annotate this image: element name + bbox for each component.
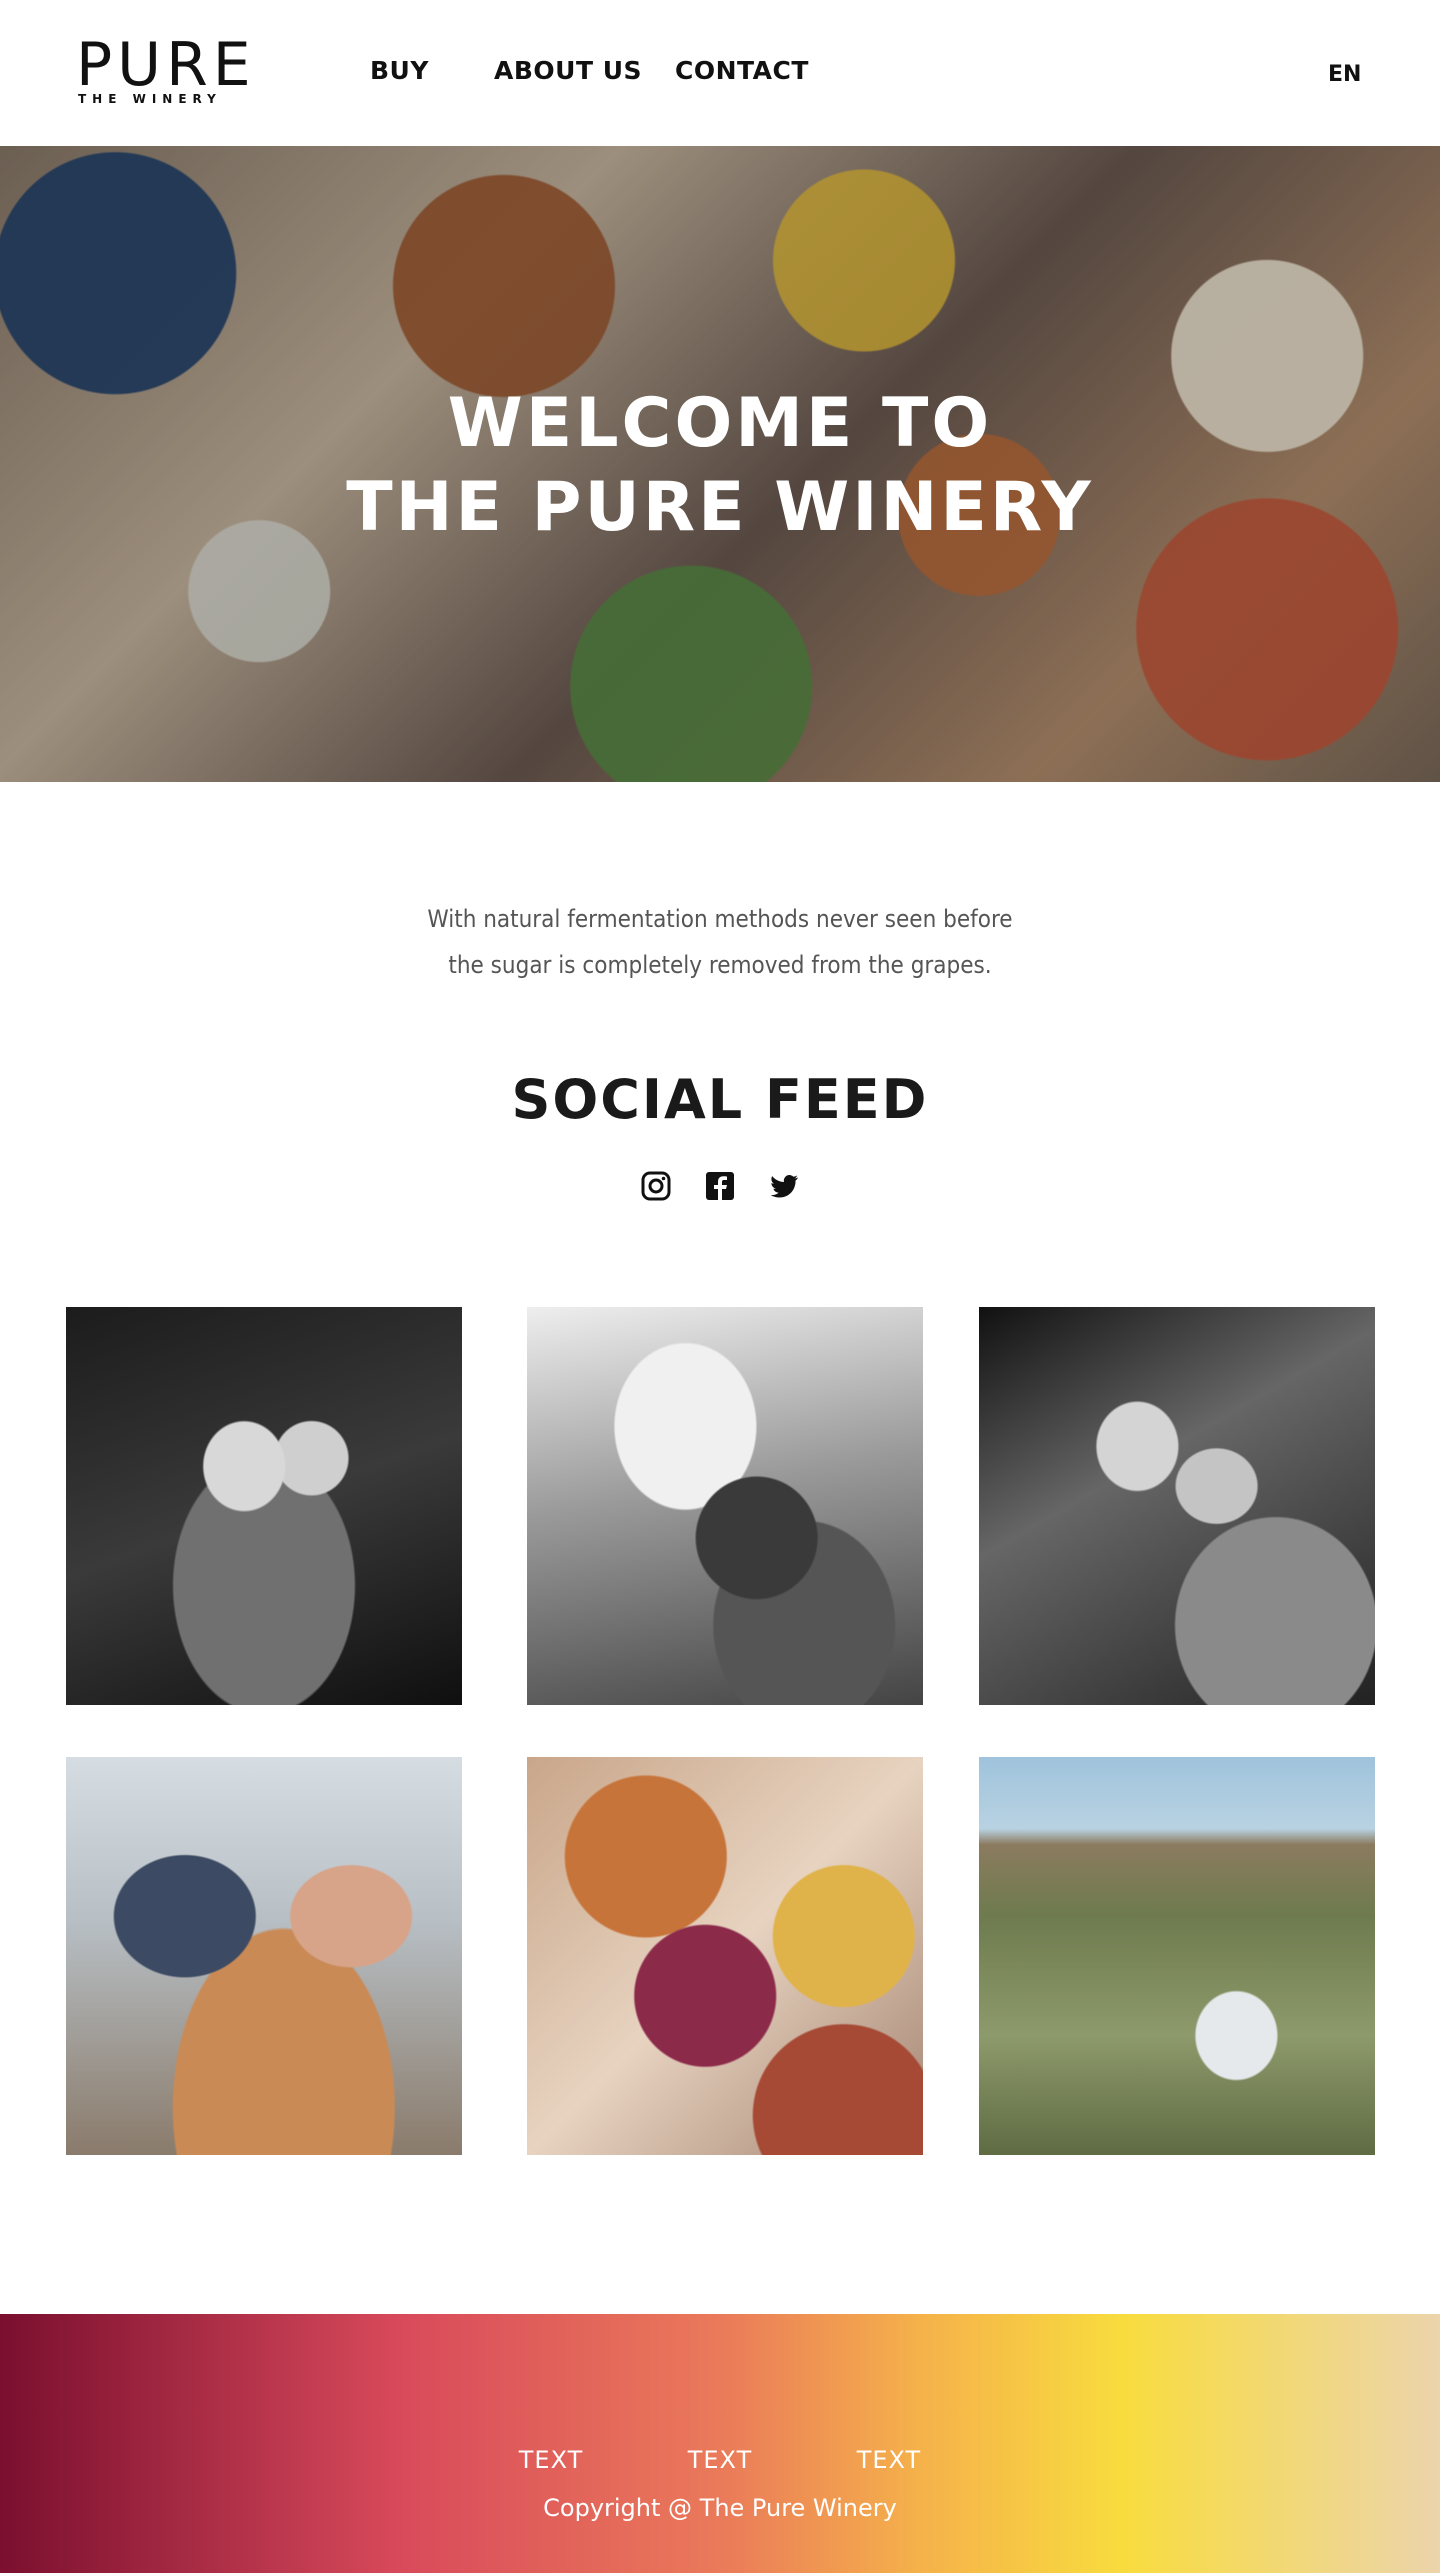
social-icons <box>640 1170 800 1204</box>
facebook-icon[interactable] <box>704 1170 736 1202</box>
social-feed-title: SOCIAL FEED <box>511 1068 929 1131</box>
footer-link-3[interactable]: TEXT <box>857 2446 922 2474</box>
hero-title-line2: THE PURE WINERY <box>346 468 1094 547</box>
hero-title-line1: WELCOME TO <box>447 384 993 463</box>
hero-title: WELCOME TO THE PURE WINERY <box>0 382 1440 550</box>
instagram-icon[interactable] <box>640 1170 672 1202</box>
social-photo-2[interactable] <box>527 1307 923 1705</box>
logo-wordmark: PURE <box>76 30 256 100</box>
social-photo-4[interactable] <box>66 1757 462 2155</box>
logo-subtext: THE WINERY <box>78 92 222 106</box>
site-footer: TEXT TEXT TEXT Copyright @ The Pure Wine… <box>0 2314 1440 2573</box>
language-selector[interactable]: EN <box>1328 62 1361 87</box>
nav-contact[interactable]: CONTACT <box>675 56 809 85</box>
nav-about-us[interactable]: ABOUT US <box>494 56 642 85</box>
hero-banner: WELCOME TO THE PURE WINERY <box>0 146 1440 782</box>
intro-line1: With natural fermentation methods never … <box>427 905 1013 933</box>
footer-link-1[interactable]: TEXT <box>519 2446 584 2474</box>
nav-buy[interactable]: BUY <box>370 56 429 85</box>
social-photo-5[interactable] <box>527 1757 923 2155</box>
social-photo-1[interactable] <box>66 1307 462 1705</box>
intro-line2: the sugar is completely removed from the… <box>448 951 992 979</box>
social-photo-6[interactable] <box>979 1757 1375 2155</box>
twitter-icon[interactable] <box>768 1170 800 1202</box>
intro-text: With natural fermentation methods never … <box>0 896 1440 988</box>
site-header: PURE THE WINERY BUY ABOUT US CONTACT EN <box>0 0 1440 146</box>
footer-links: TEXT TEXT TEXT <box>0 2446 1440 2474</box>
logo[interactable]: PURE THE WINERY <box>76 30 266 110</box>
social-photo-3[interactable] <box>979 1307 1375 1705</box>
copyright-text: Copyright @ The Pure Winery <box>543 2494 897 2522</box>
footer-link-2[interactable]: TEXT <box>688 2446 753 2474</box>
